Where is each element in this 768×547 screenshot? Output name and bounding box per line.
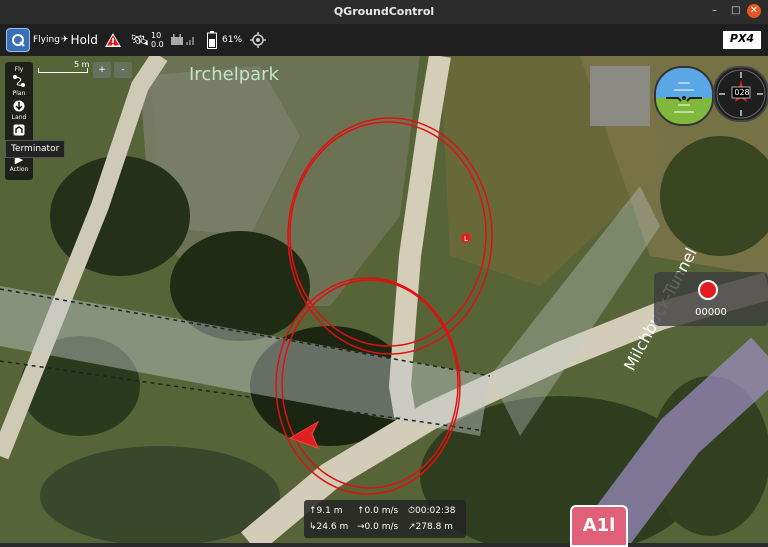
rc-transmitter-icon <box>171 34 194 45</box>
vertical-speed-value: 0.0 m/s <box>364 506 399 516</box>
battery-icon <box>207 31 217 49</box>
distance-value: 24.6 m <box>316 522 349 532</box>
record-time: 00000 <box>695 307 727 318</box>
attitude-indicator <box>654 66 714 126</box>
qgc-logo-button[interactable] <box>6 24 30 56</box>
battery-indicator[interactable]: 61% <box>207 24 242 56</box>
tooltip: Terminator <box>5 140 66 158</box>
battery-percent: 61% <box>222 35 243 45</box>
home-marker-label: L <box>464 235 468 243</box>
compass-heading: 028 <box>734 88 750 97</box>
compass: 028 <box>713 66 768 122</box>
qgc-logo-icon <box>6 28 30 52</box>
telemetry-panel: ↑9.1 m ↑0.0 m/s ⏱00:02:38 ↳24.6 m →0.0 m… <box>304 500 466 538</box>
attitude-indicator-icon <box>656 68 712 124</box>
sidebar-item-land[interactable]: Land <box>5 100 33 121</box>
mode-icon: ✈ <box>61 35 69 45</box>
flight-state: Flying <box>33 35 60 45</box>
satellite-icon: 🛰 <box>130 31 150 49</box>
altitude-icon: ↑ <box>309 506 317 516</box>
heading-value: 278.8 m <box>415 522 453 532</box>
sidebar-item-label: Plan <box>12 90 26 97</box>
gps-indicator[interactable]: 🛰 10 0.0 <box>130 24 164 56</box>
rc-rssi-indicator[interactable] <box>171 24 195 56</box>
distance-icon: ↳ <box>309 522 317 532</box>
zoom-out-button[interactable]: - <box>114 62 132 78</box>
minimize-button[interactable]: – <box>712 5 717 16</box>
sidebar-item-fly[interactable]: Fly <box>5 66 33 73</box>
route-icon <box>13 75 25 87</box>
sidebar-item-label: Fly <box>14 66 24 73</box>
map-scale: 5 m <box>38 60 90 78</box>
flight-time-value: 00:02:38 <box>415 506 456 516</box>
tool-strip: Fly Plan Land ▶ Action <box>5 62 33 180</box>
flight-mode-selector[interactable]: ✈ Hold <box>61 24 98 56</box>
record-button[interactable] <box>698 280 718 300</box>
sidebar-item-label: Land <box>11 114 27 121</box>
video-record-panel: 00000 <box>654 272 768 326</box>
heading-icon: ↗ <box>408 522 416 532</box>
close-button[interactable]: ✕ <box>747 4 761 18</box>
maximize-button[interactable]: □ <box>731 5 740 16</box>
terminate-icon <box>13 124 25 136</box>
map-label-park: Irchelpark <box>189 64 279 85</box>
px4-logo: PX4 <box>723 31 761 49</box>
satellite-map[interactable]: L <box>0 56 768 543</box>
warning-icon <box>105 33 121 47</box>
land-arrow-icon <box>13 100 25 112</box>
ground-speed-value: 0.0 m/s <box>364 522 399 532</box>
px4-brand-logo: PX4 <box>723 24 761 56</box>
main-toolbar: Flying ✈ Hold 🛰 10 0.0 61% PX4 <box>0 24 768 56</box>
altitude-value: 9.1 m <box>316 506 343 516</box>
window-title: QGroundControl <box>333 5 435 18</box>
sidebar-item-label: Action <box>9 166 29 173</box>
rtk-indicator[interactable] <box>250 24 266 56</box>
sidebar-item-plan[interactable]: Plan <box>5 74 33 97</box>
road-sign: A1l <box>570 505 628 547</box>
zoom-in-button[interactable]: + <box>93 62 111 78</box>
gps-sat-count: 10 <box>151 31 162 40</box>
clock-icon: ⏱ <box>408 506 416 516</box>
sidebar-item-terminate[interactable] <box>5 124 33 138</box>
gps-hdop: 0.0 <box>151 40 164 49</box>
title-bar: QGroundControl – □ ✕ <box>0 0 768 24</box>
crosshair-icon <box>250 32 266 48</box>
ground-speed-icon: → <box>357 522 365 532</box>
map-view[interactable]: L <box>0 56 768 543</box>
vertical-speed-icon: ↑ <box>357 506 365 516</box>
flight-mode-label: Hold <box>70 33 98 47</box>
messages-indicator[interactable] <box>104 24 122 56</box>
